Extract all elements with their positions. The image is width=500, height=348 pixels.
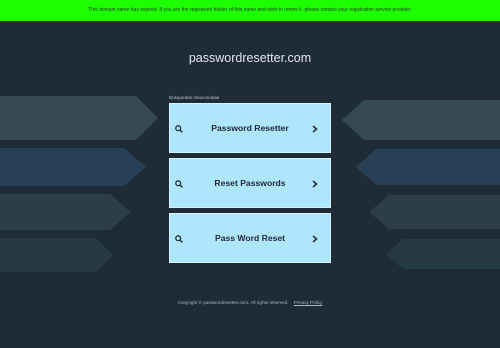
- related-link-pass-word-reset[interactable]: Pass Word Reset: [169, 213, 331, 263]
- right-arrow-1: [342, 100, 500, 140]
- search-icon: [175, 235, 183, 243]
- related-link-label: Pass Word Reset: [214, 233, 286, 243]
- privacy-policy-link[interactable]: Privacy Policy: [294, 300, 323, 305]
- chevron-right-icon: [312, 125, 318, 133]
- left-arrow-2: [0, 148, 146, 186]
- right-arrow-2: [356, 149, 500, 185]
- left-arrow-4: [0, 238, 113, 272]
- footer: Copyright © passwordresetter.com. All ri…: [0, 300, 500, 305]
- right-arrow-3: [369, 195, 500, 229]
- related-link-label: Password Resetter: [211, 123, 289, 133]
- search-icon: [175, 125, 183, 133]
- related-searches-heading: Búsquedas relacionadas: [169, 95, 220, 100]
- search-icon: [175, 180, 183, 188]
- related-link-label: Reset Passwords: [214, 178, 286, 188]
- copyright-text: Copyright © passwordresetter.com. All ri…: [177, 300, 289, 305]
- chevron-right-icon: [312, 180, 318, 188]
- left-arrow-1: [0, 96, 158, 140]
- domain-title: passwordresetter.com: [188, 51, 312, 65]
- related-link-password-resetter[interactable]: Password Resetter: [169, 103, 331, 153]
- right-arrow-4: [386, 239, 500, 269]
- related-link-reset-passwords[interactable]: Reset Passwords: [169, 158, 331, 208]
- left-arrow-3: [0, 194, 131, 230]
- chevron-right-icon: [312, 235, 318, 243]
